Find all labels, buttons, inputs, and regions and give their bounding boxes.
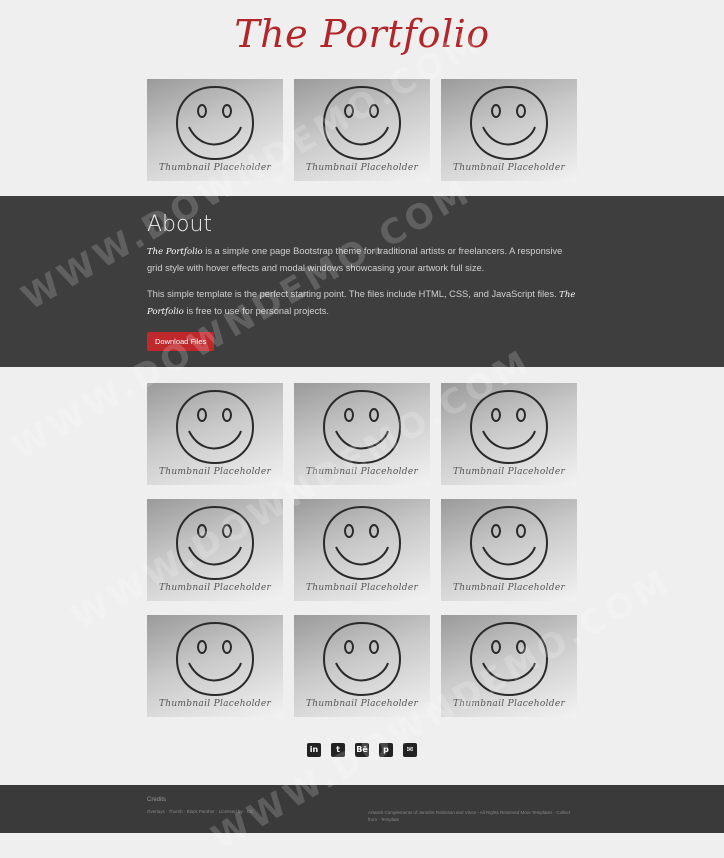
- about-paragraph-1: The Portfolio is a simple one page Boots…: [147, 243, 577, 276]
- credits-right: Artwork Complements of Jennifer Robinson…: [368, 810, 571, 822]
- download-files-button[interactable]: Download Files: [147, 332, 215, 351]
- portfolio-thumbnail[interactable]: Thumbnail Placeholder: [441, 79, 577, 181]
- thumbnail-caption: Thumbnail Placeholder: [158, 467, 272, 477]
- behance-icon[interactable]: Bē: [355, 742, 369, 757]
- thumbnail-caption: Thumbnail Placeholder: [452, 699, 566, 709]
- portfolio-thumbnail[interactable]: Thumbnail Placeholder: [147, 79, 283, 181]
- portfolio-thumbnail[interactable]: Thumbnail Placeholder: [147, 499, 283, 601]
- smiley-face-icon: [175, 389, 255, 465]
- social-links: in t Bē p ✉: [0, 741, 724, 759]
- brand-inline: The Portfolio: [147, 247, 203, 257]
- credits-heading: Credits: [147, 797, 167, 803]
- smiley-face-icon: [322, 389, 402, 465]
- email-icon[interactable]: ✉: [403, 742, 417, 757]
- about-p1-text: is a simple one page Bootstrap theme for…: [147, 246, 563, 273]
- smiley-face-icon: [322, 621, 402, 697]
- thumbnail-caption: Thumbnail Placeholder: [305, 467, 419, 477]
- portfolio-thumbnail[interactable]: Thumbnail Placeholder: [147, 383, 283, 485]
- smiley-face-icon: [175, 505, 255, 581]
- twitter-icon[interactable]: t: [331, 742, 345, 757]
- smiley-face-icon: [469, 85, 549, 161]
- about-section: About The Portfolio is a simple one page…: [0, 196, 724, 367]
- smiley-face-icon: [469, 621, 549, 697]
- about-p2-rest: is free to use for personal projects.: [183, 306, 330, 316]
- thumbnail-caption: Thumbnail Placeholder: [305, 163, 419, 173]
- thumbnail-caption: Thumbnail Placeholder: [158, 163, 272, 173]
- smiley-face-icon: [469, 505, 549, 581]
- smiley-face-icon: [175, 621, 255, 697]
- thumbnail-caption: Thumbnail Placeholder: [158, 583, 272, 593]
- credits-left: Overlays · Thumb · Black Panther · Licen…: [147, 809, 254, 814]
- thumbnail-caption: Thumbnail Placeholder: [452, 467, 566, 477]
- about-p2-text: This simple template is the perfect star…: [147, 289, 560, 299]
- linkedin-icon[interactable]: in: [307, 742, 321, 757]
- thumbnail-caption: Thumbnail Placeholder: [305, 699, 419, 709]
- smiley-face-icon: [175, 85, 255, 161]
- smiley-face-icon: [469, 389, 549, 465]
- smiley-face-icon: [322, 85, 402, 161]
- portfolio-thumbnail[interactable]: Thumbnail Placeholder: [441, 615, 577, 717]
- about-paragraph-2: This simple template is the perfect star…: [147, 286, 577, 320]
- footer: Credits Overlays · Thumb · Black Panther…: [0, 785, 724, 833]
- portfolio-thumbnail[interactable]: Thumbnail Placeholder: [294, 79, 430, 181]
- portfolio-thumbnail[interactable]: Thumbnail Placeholder: [147, 615, 283, 717]
- portfolio-thumbnail[interactable]: Thumbnail Placeholder: [294, 499, 430, 601]
- thumbnail-caption: Thumbnail Placeholder: [452, 163, 566, 173]
- portfolio-thumbnail[interactable]: Thumbnail Placeholder: [294, 383, 430, 485]
- smiley-face-icon: [322, 505, 402, 581]
- portfolio-thumbnail[interactable]: Thumbnail Placeholder: [294, 615, 430, 717]
- pinterest-icon[interactable]: p: [379, 742, 393, 757]
- portfolio-thumbnail[interactable]: Thumbnail Placeholder: [441, 499, 577, 601]
- about-title: About: [147, 212, 213, 237]
- thumbnail-caption: Thumbnail Placeholder: [305, 583, 419, 593]
- thumbnail-caption: Thumbnail Placeholder: [158, 699, 272, 709]
- portfolio-thumbnail[interactable]: Thumbnail Placeholder: [441, 383, 577, 485]
- site-title[interactable]: The Portfolio: [0, 12, 724, 56]
- thumbnail-caption: Thumbnail Placeholder: [452, 583, 566, 593]
